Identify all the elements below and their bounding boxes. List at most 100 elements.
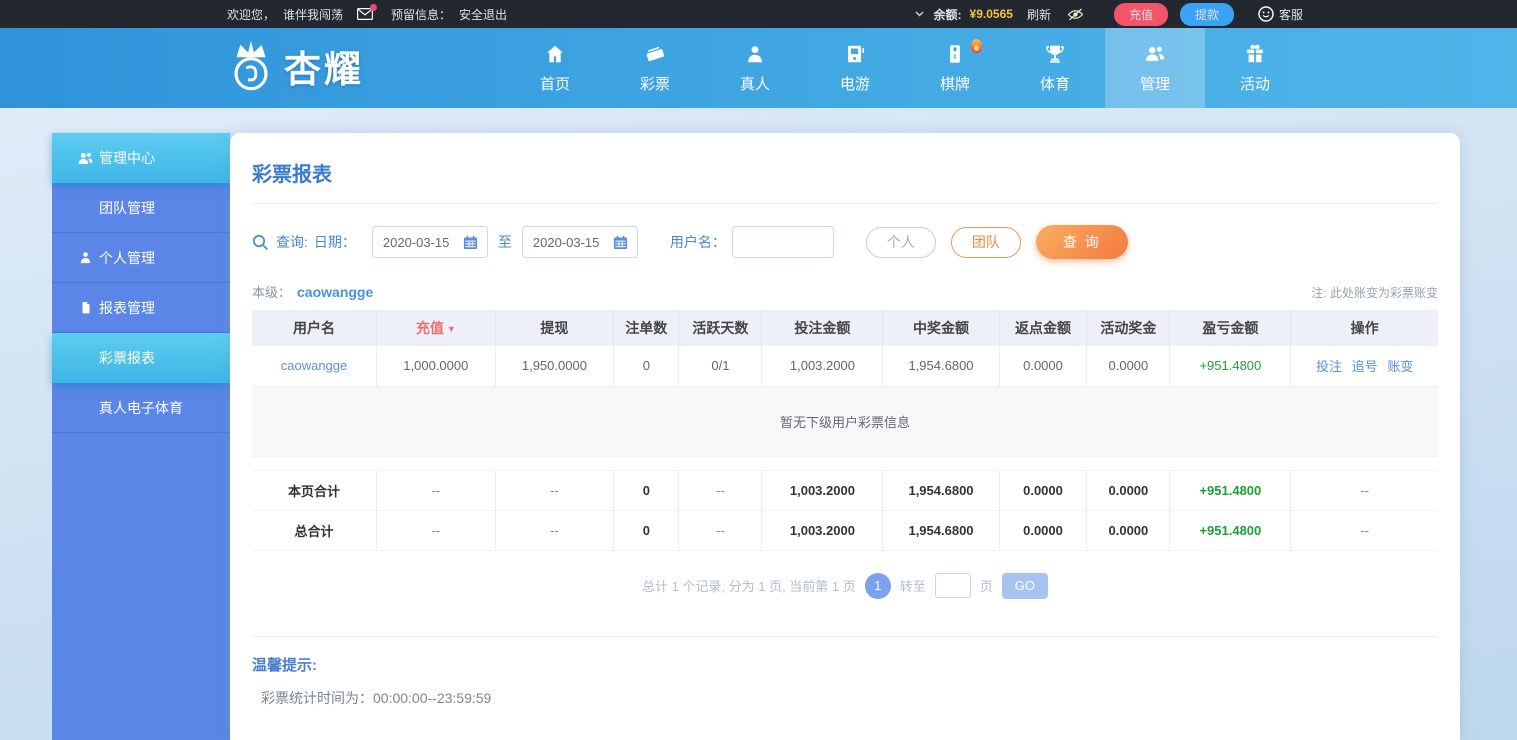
col-activity-bonus: 活动奖金	[1086, 310, 1170, 346]
report-table: 用户名 充值 ▼ 提现 注单数 活跃天数 投注金额 中奖金额 返点金额 活动奖金 …	[252, 310, 1438, 551]
nav-item-live[interactable]: 真人	[705, 28, 805, 108]
nav-item-activity[interactable]: 活动	[1205, 28, 1305, 108]
date-to-box	[521, 226, 638, 258]
col-withdraw: 提现	[494, 310, 614, 346]
nav-label: 体育	[1039, 76, 1070, 93]
to-label: 至	[497, 234, 512, 250]
page-total-label: 本页合计	[252, 470, 377, 511]
nav-menu: 首页 彩票 真人 电游 棋牌 体育 管理 活动	[505, 28, 1305, 108]
tips-title: 温馨提示:	[252, 656, 317, 674]
customer-service[interactable]: 客服	[1258, 6, 1303, 23]
date-label: 日期：	[313, 234, 356, 250]
users-icon	[77, 150, 94, 167]
search-button[interactable]: 查 询	[1035, 225, 1128, 259]
topbar: 欢迎您， 谁伴我闯荡 预留信息： 安全退出 余额: ¥9.0565 刷新 充值 …	[0, 0, 1517, 28]
goto-page-input[interactable]	[934, 573, 971, 598]
withdraw-button[interactable]: 提款	[1179, 2, 1234, 26]
grand-total-label: 总合计	[252, 510, 377, 551]
trophy-icon	[1043, 42, 1067, 66]
message-badge	[370, 4, 378, 11]
level-username-link[interactable]: caowangge	[297, 284, 373, 300]
page-unit-label: 页	[979, 579, 993, 594]
nav-label: 活动	[1239, 76, 1270, 93]
action-chase-link[interactable]: 追号	[1352, 359, 1378, 374]
date-to-input[interactable]	[532, 234, 607, 250]
sidebar-item-live-esports[interactable]: 真人电子体育	[52, 383, 230, 433]
nav-item-home[interactable]: 首页	[505, 28, 605, 108]
topbar-left: 欢迎您， 谁伴我闯荡 预留信息： 安全退出	[227, 4, 507, 23]
level-label: 本级：	[252, 285, 292, 300]
search-bar: 查询: 日期： 至 用户名： 个人 团队 查 询	[252, 225, 1438, 259]
tips-content: 彩票统计时间为：00:00:00--23:59:59	[261, 689, 492, 706]
refresh-link[interactable]: 刷新	[1027, 6, 1051, 23]
goto-label: 转至	[899, 579, 926, 594]
col-bet-amount: 投注金额	[761, 310, 883, 346]
logo[interactable]: 杏耀	[222, 37, 364, 95]
service-label: 客服	[1278, 7, 1303, 22]
nav-item-egame[interactable]: 电游	[805, 28, 905, 108]
mail-icon[interactable]	[357, 4, 378, 20]
balance-label: 余额:	[933, 7, 962, 22]
home-icon	[543, 42, 567, 66]
crown-logo-icon	[234, 40, 268, 91]
logo-text: 杏耀	[284, 49, 364, 90]
calendar-icon[interactable]	[613, 235, 628, 250]
sidebar: 管理中心 团队管理 个人管理 报表管理 彩票报表 真人电子体育	[52, 133, 230, 740]
personal-button[interactable]: 个人	[865, 226, 936, 258]
cell-profit: +951.4800	[1169, 346, 1291, 387]
table-row: caowangge 1,000.0000 1,950.0000 0 0/1 1,…	[252, 346, 1438, 387]
cell-win-amount: 1,954.6800	[882, 346, 1000, 387]
col-active-days: 活跃天数	[678, 310, 762, 346]
calendar-icon[interactable]	[463, 235, 478, 250]
username-label: 用户名：	[669, 234, 726, 250]
sidebar-item-label: 管理中心	[99, 150, 155, 166]
cell-rebate: 0.0000	[998, 346, 1087, 387]
sidebar-item-report-manage[interactable]: 报表管理	[52, 283, 230, 333]
cell-activity-bonus: 0.0000	[1086, 346, 1170, 387]
current-page-button[interactable]: 1	[864, 572, 891, 599]
sidebar-item-lottery-report[interactable]: 彩票报表	[52, 333, 230, 383]
username-input[interactable]	[731, 226, 834, 258]
date-from-input[interactable]	[382, 234, 457, 250]
cell-bet-count: 0	[613, 346, 679, 387]
team-button[interactable]: 团队	[950, 226, 1021, 258]
logout-link[interactable]: 安全退出	[459, 6, 507, 23]
gift-icon	[1243, 42, 1267, 66]
nav-label: 真人	[739, 76, 770, 93]
divider	[252, 203, 1438, 204]
sidebar-item-label: 彩票报表	[99, 350, 155, 366]
nav-label: 电游	[839, 76, 870, 93]
chevron-down-icon[interactable]	[915, 11, 924, 17]
ticket-icon	[643, 42, 667, 66]
table-header-row: 用户名 充值 ▼ 提现 注单数 活跃天数 投注金额 中奖金额 返点金额 活动奖金 …	[252, 310, 1438, 346]
sidebar-item-manage-center[interactable]: 管理中心	[52, 133, 230, 183]
nav-item-sports[interactable]: 体育	[1005, 28, 1105, 108]
nav-item-boardgame[interactable]: 棋牌	[905, 28, 1005, 108]
username-link[interactable]: 谁伴我闯荡	[283, 6, 343, 23]
nav-item-lottery[interactable]: 彩票	[605, 28, 705, 108]
col-profit: 盈亏金额	[1169, 310, 1291, 346]
sidebar-item-personal-manage[interactable]: 个人管理	[52, 233, 230, 283]
col-bet-count: 注单数	[613, 310, 679, 346]
action-account-change-link[interactable]: 账变	[1387, 359, 1413, 374]
topbar-right: 余额: ¥9.0565 刷新 充值 提款 客服	[915, 2, 1303, 26]
grand-total-row: 总合计 -- -- 0 -- 1,003.2000 1,954.6800 0.0…	[252, 510, 1438, 551]
deposit-button[interactable]: 充值	[1113, 2, 1168, 26]
nav-label: 首页	[539, 76, 570, 93]
row-username-link[interactable]: caowangge	[281, 358, 348, 373]
pagination: 总计 1 个记录, 分为 1 页, 当前第 1 页 1 转至 页 GO	[252, 572, 1438, 599]
sidebar-item-label: 个人管理	[99, 249, 155, 266]
col-win-amount: 中奖金额	[882, 310, 1000, 346]
divider	[252, 635, 1438, 637]
action-bet-link[interactable]: 投注	[1316, 359, 1342, 374]
hot-flame-icon	[971, 39, 982, 53]
date-from-box	[371, 226, 488, 258]
col-deposit-sortable[interactable]: 充值 ▼	[376, 310, 496, 346]
sidebar-item-team-manage[interactable]: 团队管理	[52, 183, 230, 233]
go-button[interactable]: GO	[1001, 572, 1049, 599]
eye-slash-icon[interactable]	[1067, 8, 1084, 21]
nav-label: 管理	[1139, 76, 1170, 93]
document-icon	[77, 300, 94, 315]
nav-item-manage[interactable]: 管理	[1105, 28, 1205, 108]
account-change-note: 注: 此处账变为彩票账变	[1311, 286, 1438, 300]
